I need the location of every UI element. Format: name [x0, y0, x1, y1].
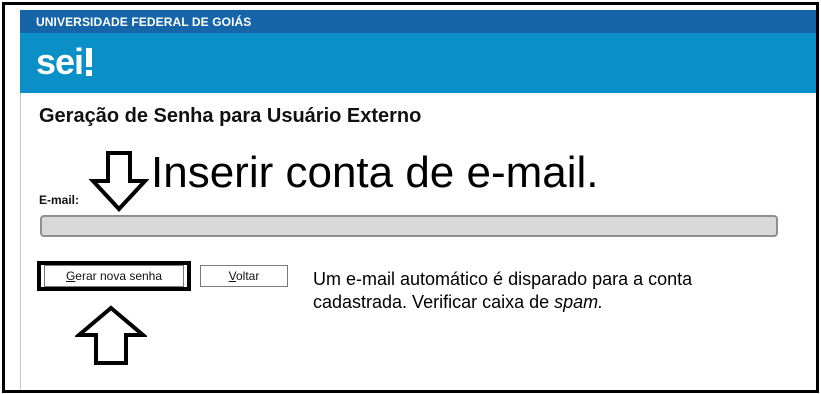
brand-bar: sei — [20, 33, 816, 93]
email-field[interactable] — [40, 215, 778, 237]
institution-name: UNIVERSIDADE FEDERAL DE GOIÁS — [36, 15, 252, 29]
logo-exclamation-icon — [86, 48, 93, 76]
logo-text: sei — [36, 41, 84, 82]
spam-emphasis: spam. — [554, 292, 604, 312]
info-line-1: Um e-mail automático é disparado para a … — [313, 269, 693, 289]
sei-logo[interactable]: sei — [36, 41, 93, 82]
instruction-callout: Inserir conta de e-mail. — [151, 148, 599, 197]
generate-password-button[interactable]: Gerar nova senha — [44, 265, 184, 287]
info-text: Um e-mail automático é disparado para a … — [313, 268, 692, 314]
content-left-border — [20, 93, 21, 390]
institution-bar: UNIVERSIDADE FEDERAL DE GOIÁS — [20, 10, 816, 33]
arrow-up-icon — [75, 305, 147, 365]
screenshot-frame: UNIVERSIDADE FEDERAL DE GOIÁS sei Geraçã… — [2, 2, 819, 393]
page-title: Geração de Senha para Usuário Externo — [39, 105, 422, 127]
email-label: E-mail: — [39, 193, 80, 207]
info-line-2-text: cadastrada. Verificar caixa de — [313, 292, 555, 312]
arrow-down-icon — [89, 151, 149, 212]
back-button[interactable]: Voltar — [200, 265, 288, 287]
info-line-2: cadastrada. Verificar caixa de spam. — [313, 291, 692, 314]
